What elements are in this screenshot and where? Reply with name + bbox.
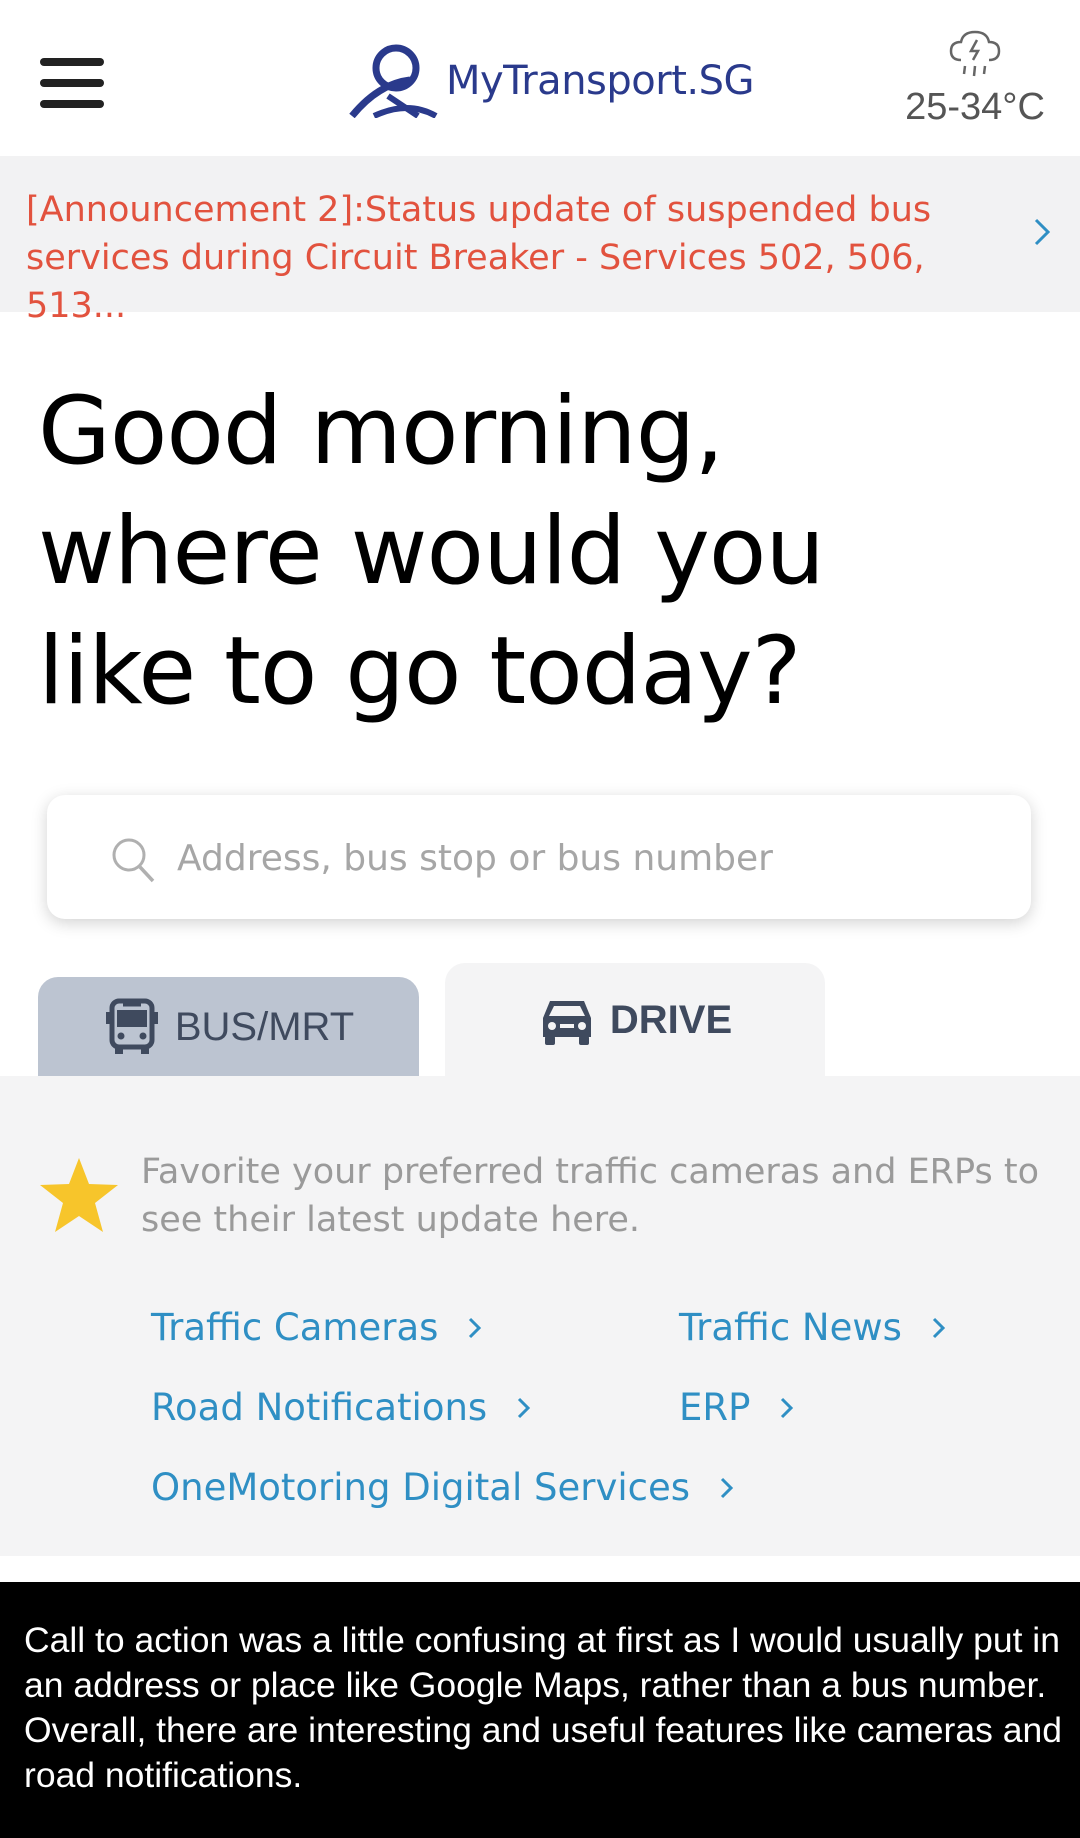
chevron-right-icon [720,1477,734,1498]
search-icon [112,838,155,883]
drive-panel: Favorite your preferred traffic cameras … [0,1076,1080,1556]
star-icon [40,1158,118,1232]
mytransport-logo-icon [349,44,438,118]
cloud-rain-lightning-icon [949,30,1001,77]
bus-icon [105,998,158,1054]
app-logo[interactable]: MyTransport.SG [348,44,754,118]
tab-drive-label: DRIVE [609,997,733,1042]
car-icon [542,1001,591,1045]
link-label: Traffic News [679,1306,902,1349]
chevron-right-icon [932,1317,946,1338]
link-traffic-news[interactable]: Traffic News [679,1306,946,1349]
greeting-line-2: where would you [38,497,825,606]
tab-drive[interactable]: DRIVE [445,963,825,1077]
link-label: ERP [679,1386,751,1429]
link-road-notifications[interactable]: Road Notifications [151,1386,531,1429]
hamburger-menu-icon[interactable] [40,58,104,108]
favorite-hint-text: Favorite your preferred traffic cameras … [141,1152,1039,1240]
chevron-right-icon [518,1397,531,1418]
weather-temperature: 25-34°C [905,86,1045,128]
chevron-right-icon [469,1317,482,1338]
announcement-banner[interactable]: [Announcement 2]:Status update of suspen… [0,156,1080,326]
greeting-heading: Good morning, where would you like to go… [38,372,1038,732]
link-label: OneMotoring Digital Services [151,1466,691,1509]
chevron-right-icon [781,1397,794,1418]
app-name: MyTransport.SG [446,58,754,104]
review-caption: Call to action was a little confusing at… [0,1582,1080,1838]
link-erp[interactable]: ERP [679,1386,794,1429]
app-header: MyTransport.SG 25-34°C [0,0,1080,156]
link-onemotoring-digital-services[interactable]: OneMotoring Digital Services [151,1466,734,1509]
link-traffic-cameras[interactable]: Traffic Cameras [151,1306,482,1349]
tab-bus-mrt-label: BUS/MRT [174,1004,355,1049]
link-label: Road Notifications [151,1386,488,1429]
greeting-line-3: like to go today? [38,617,802,726]
announcement-text: [Announcement 2]:Status update of suspen… [26,190,932,326]
greeting-line-1: Good morning, [38,377,724,486]
link-label: Traffic Cameras [151,1306,439,1349]
weather-widget[interactable]: 25-34°C [900,28,1050,129]
chevron-right-icon [1034,218,1051,246]
search-box[interactable] [47,795,1031,919]
tab-bus-mrt[interactable]: BUS/MRT [38,977,419,1077]
search-input[interactable] [177,831,997,885]
review-caption-text: Call to action was a little confusing at… [24,1620,1062,1795]
